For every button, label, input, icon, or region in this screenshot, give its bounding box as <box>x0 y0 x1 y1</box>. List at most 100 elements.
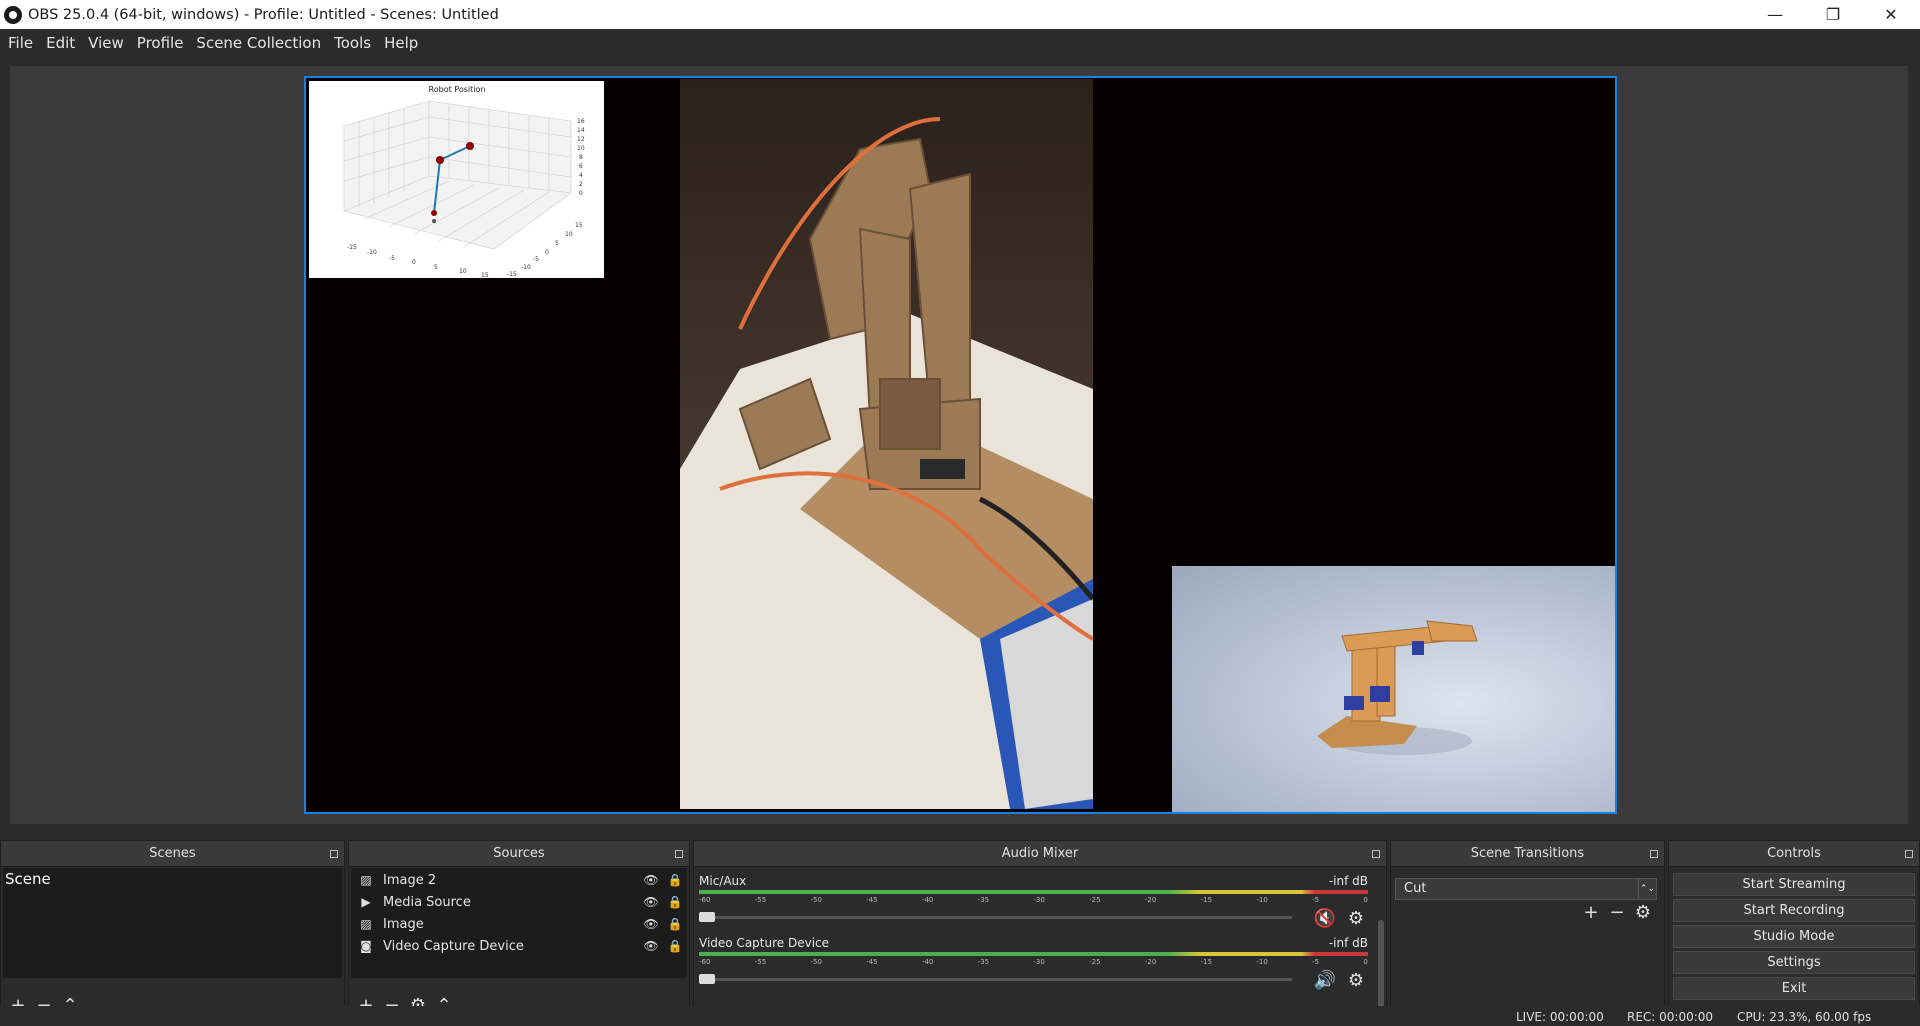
plot-ztick-2: 12 <box>577 136 585 143</box>
audio-settings-gear-icon[interactable]: ⚙ <box>1348 970 1364 991</box>
close-button[interactable]: ✕ <box>1862 0 1920 29</box>
title-bar: OBS 25.0.4 (64-bit, windows) - Profile: … <box>0 0 1920 29</box>
plot-ztick-5: 6 <box>579 163 583 170</box>
visibility-eye-icon[interactable]: 👁 <box>639 917 663 931</box>
scene-transitions-dock: Scene Transitions Cut ⌃⌄ + − ⚙ <box>1390 840 1665 1020</box>
scene-list[interactable]: Scene <box>3 868 342 978</box>
start-streaming-button[interactable]: Start Streaming <box>1673 873 1915 896</box>
plot-ytick-6: -15 <box>507 271 517 278</box>
image-icon: ▨ <box>360 917 372 931</box>
float-dock-icon[interactable] <box>330 850 338 858</box>
robot-arm-photo <box>680 117 1093 809</box>
float-dock-icon[interactable] <box>675 850 683 858</box>
menu-profile[interactable]: Profile <box>137 34 184 52</box>
track-name: Mic/Aux <box>699 874 747 888</box>
live-timer: LIVE: 00:00:00 <box>1516 1010 1604 1024</box>
plot-xtick-3: 0 <box>412 259 416 266</box>
maximize-button[interactable]: ❐ <box>1804 0 1862 29</box>
lock-icon[interactable]: 🔒 <box>663 917 687 931</box>
plot-xtick-6: 15 <box>481 272 489 278</box>
menu-help[interactable]: Help <box>384 34 418 52</box>
transition-properties-gear-icon[interactable]: ⚙ <box>1630 900 1656 924</box>
volume-slider-handle[interactable] <box>699 974 715 984</box>
remove-transition-button[interactable]: − <box>1604 900 1630 924</box>
source-item-image[interactable]: ▨ Image 👁 🔒 <box>351 913 687 935</box>
minimize-button[interactable]: — <box>1746 0 1804 29</box>
menu-tools[interactable]: Tools <box>334 34 371 52</box>
settings-button[interactable]: Settings <box>1673 951 1915 974</box>
muted-speaker-icon[interactable]: 🔇 <box>1314 908 1336 929</box>
plot-ytick-1: 10 <box>565 231 573 238</box>
rec-timer: REC: 00:00:00 <box>1627 1010 1714 1024</box>
audio-mixer-dock-title: Audio Mixer <box>694 841 1386 867</box>
meter-scale: -60 -55 -50 -45 -40 -35 -30 -25 -20 -15 -10 -5 0 <box>699 958 1368 966</box>
menu-file[interactable]: File <box>8 34 33 52</box>
track-db: -inf dB <box>1328 936 1368 950</box>
add-transition-button[interactable]: + <box>1578 900 1604 924</box>
plot-ztick-4: 8 <box>579 154 583 161</box>
lock-icon[interactable]: 🔒 <box>663 873 687 887</box>
menu-bar: File Edit View Profile Scene Collection … <box>0 29 1920 56</box>
plot-ztick-6: 4 <box>579 172 583 179</box>
plot-ztick-3: 10 <box>577 145 585 152</box>
plot-ytick-2: 5 <box>555 240 559 247</box>
exit-button[interactable]: Exit <box>1673 977 1915 1000</box>
volume-slider[interactable] <box>699 916 1292 919</box>
scenes-dock: Scenes Scene + − ⌃ ⌄ <box>0 840 345 1020</box>
plot-xtick-1: -10 <box>367 249 377 256</box>
menu-scene-collection[interactable]: Scene Collection <box>196 34 321 52</box>
speaker-icon[interactable]: 🔊 <box>1314 970 1336 991</box>
controls-dock: Controls Start Streaming Start Recording… <box>1668 840 1920 1020</box>
source-list[interactable]: ▨ Image 2 👁 🔒 ▶ Media Source 👁 🔒 ▨ Image… <box>351 868 687 978</box>
audio-mixer-dock: Audio Mixer Mic/Aux -inf dB -60 -55 -50 -45… <box>693 840 1387 1020</box>
menu-view[interactable]: View <box>88 34 124 52</box>
mixer-track-video-capture: Video Capture Device -inf dB -60 -55 -50 -4… <box>694 936 1372 994</box>
float-dock-icon[interactable] <box>1372 850 1380 858</box>
track-db: -inf dB <box>1328 874 1368 888</box>
menu-edit[interactable]: Edit <box>46 34 75 52</box>
source-item-image-2[interactable]: ▨ Image 2 👁 🔒 <box>351 869 687 891</box>
audio-settings-gear-icon[interactable]: ⚙ <box>1348 908 1364 929</box>
obs-logo-icon <box>4 5 22 24</box>
play-icon: ▶ <box>361 895 371 909</box>
plot-ztick-0: 16 <box>577 118 585 125</box>
plot-xtick-4: 5 <box>434 264 438 271</box>
plot-ztick-8: 0 <box>579 190 583 197</box>
volume-meter <box>699 890 1368 894</box>
window-title: OBS 25.0.4 (64-bit, windows) - Profile: … <box>28 6 499 23</box>
visibility-eye-icon[interactable]: 👁 <box>639 895 663 909</box>
robot-position-plot-source[interactable]: Robot Position -15 -10 -5 0 5 10 15 15 1… <box>309 81 604 279</box>
plot-title: Robot Position <box>429 85 486 94</box>
scene-item[interactable]: Scene <box>3 868 342 890</box>
start-recording-button[interactable]: Start Recording <box>1673 899 1915 922</box>
mixer-scrollbar[interactable] <box>1378 920 1384 1010</box>
meter-scale: -60 -55 -50 -45 -40 -35 -30 -25 -20 -15 -10 -5 0 <box>699 896 1368 904</box>
sources-dock-title: Sources <box>349 841 689 867</box>
preview-canvas[interactable]: Robot Position -15 -10 -5 0 5 10 15 15 1… <box>304 76 1617 814</box>
robot-arm-render-source[interactable] <box>1172 566 1615 812</box>
transition-select[interactable]: Cut ⌃⌄ <box>1395 878 1657 900</box>
plot-ztick-1: 14 <box>577 127 585 134</box>
volume-slider-handle[interactable] <box>699 912 715 922</box>
camera-icon: ◙ <box>360 939 372 953</box>
plot-xtick-5: 10 <box>459 268 467 275</box>
plot-ytick-0: 15 <box>575 222 583 229</box>
plot-ytick-3: 0 <box>545 249 549 256</box>
source-item-video-capture-device[interactable]: ◙ Video Capture Device 👁 🔒 <box>351 935 687 957</box>
visibility-eye-icon[interactable]: 👁 <box>639 873 663 887</box>
studio-mode-button[interactable]: Studio Mode <box>1673 925 1915 948</box>
visibility-eye-icon[interactable]: 👁 <box>639 939 663 953</box>
plot-ytick-5: -10 <box>521 264 531 271</box>
source-name: Image <box>383 916 424 932</box>
robot-arm-camera-source[interactable] <box>680 79 1093 809</box>
track-name: Video Capture Device <box>699 936 830 950</box>
lock-icon[interactable]: 🔒 <box>663 939 687 953</box>
lock-icon[interactable]: 🔒 <box>663 895 687 909</box>
scenes-dock-title: Scenes <box>1 841 344 867</box>
source-name: Media Source <box>383 894 471 910</box>
plot-xtick-2: -5 <box>389 255 395 262</box>
source-item-media-source[interactable]: ▶ Media Source 👁 🔒 <box>351 891 687 913</box>
volume-slider[interactable] <box>699 978 1292 981</box>
float-dock-icon[interactable] <box>1905 850 1913 858</box>
float-dock-icon[interactable] <box>1650 850 1658 858</box>
